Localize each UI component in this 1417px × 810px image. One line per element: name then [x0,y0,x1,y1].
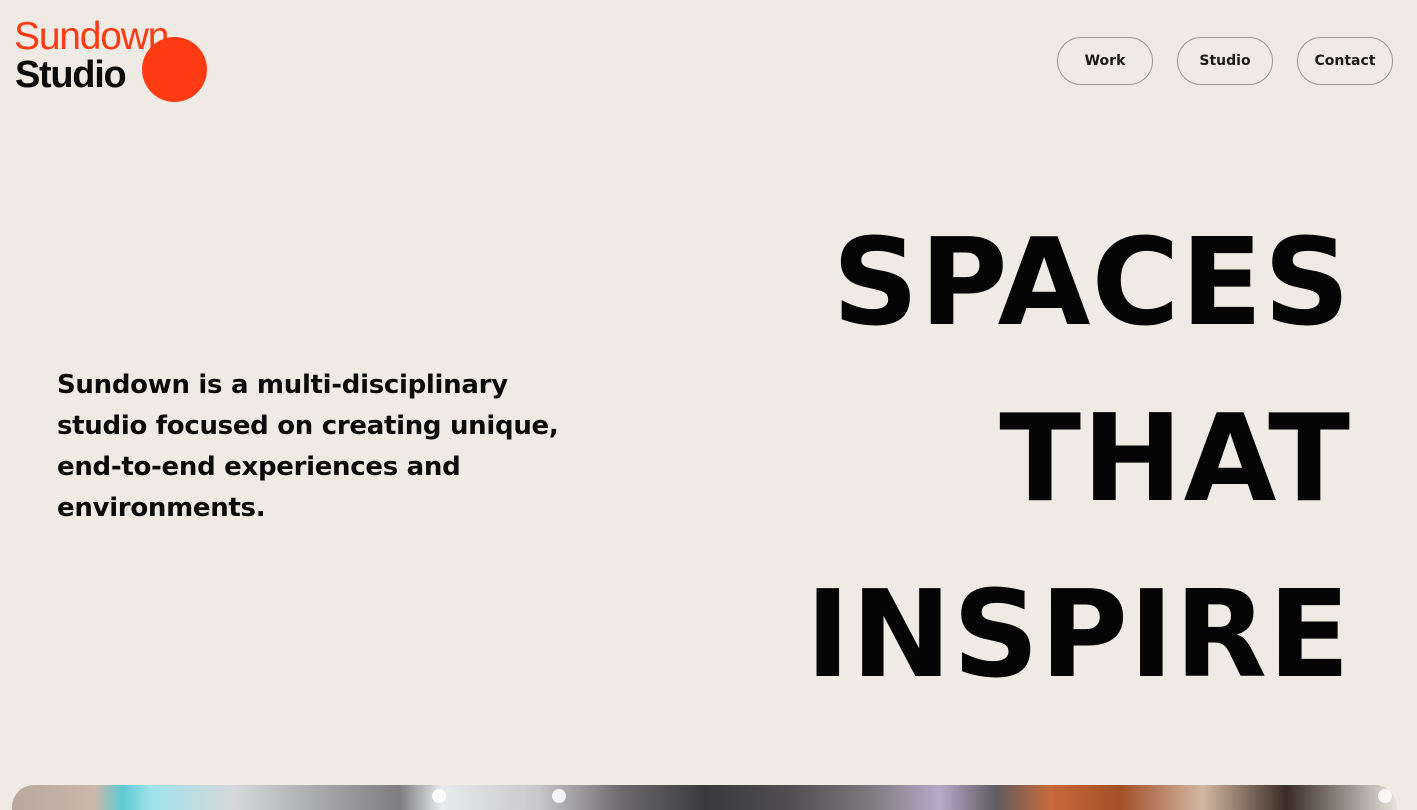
headline-line-2: THAT [999,390,1351,529]
headline-line-3: INSPIRE [805,566,1351,705]
main-nav: Work Studio Contact [1057,37,1393,85]
hero-image [12,785,1397,810]
logo-wordmark-line1: Sundown [14,15,169,58]
ceiling-light [432,789,446,803]
nav-contact-button[interactable]: Contact [1297,37,1393,85]
ceiling-light [1378,789,1392,803]
ceiling-light [552,789,566,803]
logo[interactable]: Sundown Studio [14,15,207,104]
headline-line-1: SPACES [832,214,1351,353]
logo-wordmark-line2: Studio [15,54,127,96]
hero-headline: SPACES THAT INSPIRE [806,196,1351,724]
intro-text: Sundown is a multi-disciplinary studio f… [57,370,559,523]
nav-studio-button[interactable]: Studio [1177,37,1273,85]
page: Sundown Studio Work Studio Contact Sundo… [0,0,1417,810]
nav-work-button[interactable]: Work [1057,37,1153,85]
